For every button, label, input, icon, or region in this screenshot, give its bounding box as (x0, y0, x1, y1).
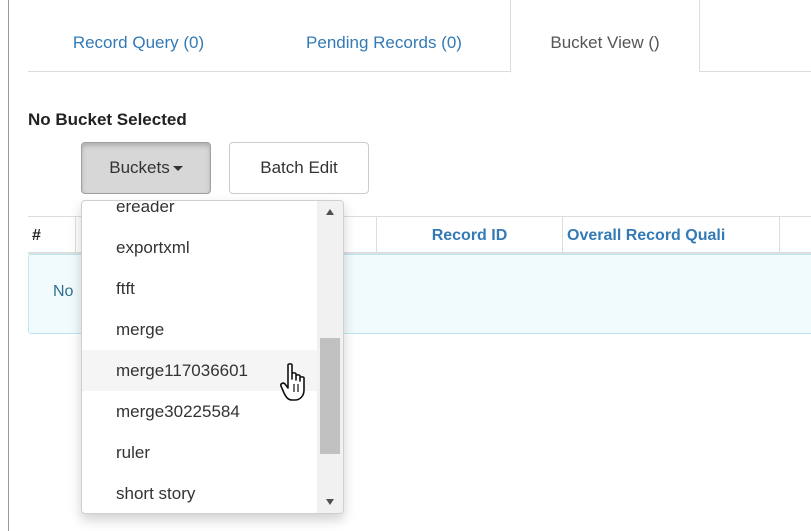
tab-bar: Record Query (0) Pending Records (0) Buc… (28, 0, 811, 73)
scroll-down-arrow-icon[interactable] (326, 499, 334, 505)
caret-down-icon (172, 166, 183, 172)
dropdown-scrollbar[interactable] (317, 201, 343, 513)
empty-table-message: No (53, 283, 74, 300)
tab-bucket-view[interactable]: Bucket View () (510, 0, 700, 73)
buckets-dropdown-menu: ereader exportxml ftft merge merge117036… (81, 200, 344, 514)
column-header-number[interactable]: # (28, 217, 76, 253)
bucket-heading: No Bucket Selected (28, 110, 187, 129)
buckets-dropdown-button[interactable]: Buckets (81, 142, 211, 194)
bucket-item-merge[interactable]: merge (82, 309, 317, 350)
bucket-item-ereader[interactable]: ereader (82, 201, 317, 227)
scroll-up-arrow-icon[interactable] (326, 209, 334, 215)
bucket-item-ruler[interactable]: ruler (82, 432, 317, 473)
tab-record-query[interactable]: Record Query (0) (28, 0, 249, 72)
bucket-item-ftft[interactable]: ftft (82, 268, 317, 309)
bucket-item-short-story[interactable]: short story (82, 473, 317, 513)
batch-edit-button[interactable]: Batch Edit (229, 142, 369, 194)
column-header-overall-record-quality[interactable]: Overall Record Quali (562, 217, 780, 253)
column-header-record-id[interactable]: Record ID (376, 217, 562, 253)
hand-pointer-icon (280, 363, 305, 401)
bucket-item-exportxml[interactable]: exportxml (82, 227, 317, 268)
scrollbar-thumb[interactable] (320, 338, 340, 454)
buckets-button-label: Buckets (109, 158, 170, 177)
buckets-list: ereader exportxml ftft merge merge117036… (82, 201, 317, 513)
tab-pending-records[interactable]: Pending Records (0) (249, 0, 519, 72)
